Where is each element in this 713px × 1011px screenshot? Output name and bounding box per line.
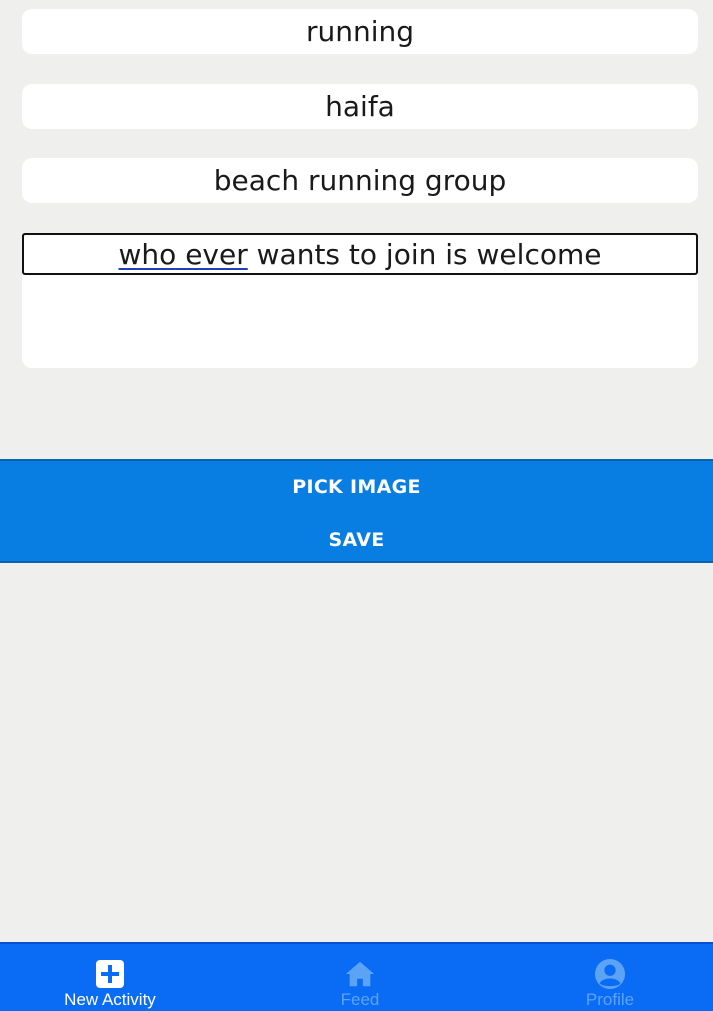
location-value: haifa <box>325 90 395 123</box>
tab-new-activity[interactable]: New Activity <box>0 944 229 1011</box>
title-value: beach running group <box>213 164 507 197</box>
location-field[interactable]: haifa <box>22 84 698 129</box>
tab-feed[interactable]: Feed <box>241 944 479 1011</box>
description-text: wants to join is welcome <box>247 237 602 271</box>
home-icon <box>344 958 376 990</box>
tab-feed-label: Feed <box>340 990 380 1009</box>
tab-profile-label: Profile <box>585 990 635 1009</box>
pick-image-label: PICK IMAGE <box>292 476 421 498</box>
activity-type-value: running <box>305 15 415 48</box>
user-circle-icon <box>594 958 626 990</box>
plus-square-icon <box>94 958 126 990</box>
save-label: SAVE <box>328 529 385 551</box>
action-panel: PICK IMAGE SAVE <box>0 459 713 563</box>
pick-image-button[interactable]: PICK IMAGE <box>0 469 713 505</box>
activity-type-field[interactable]: running <box>22 9 698 54</box>
save-button[interactable]: SAVE <box>0 522 713 558</box>
tab-profile[interactable]: Profile <box>491 944 713 1011</box>
title-field[interactable]: beach running group <box>22 158 698 203</box>
tab-new-activity-label: New Activity <box>64 990 156 1009</box>
description-spellcheck-word: who ever <box>118 237 248 271</box>
description-focused-line[interactable]: who ever wants to join is welcome <box>22 233 698 275</box>
bottom-tab-bar: New Activity Feed Profile <box>0 942 713 1011</box>
